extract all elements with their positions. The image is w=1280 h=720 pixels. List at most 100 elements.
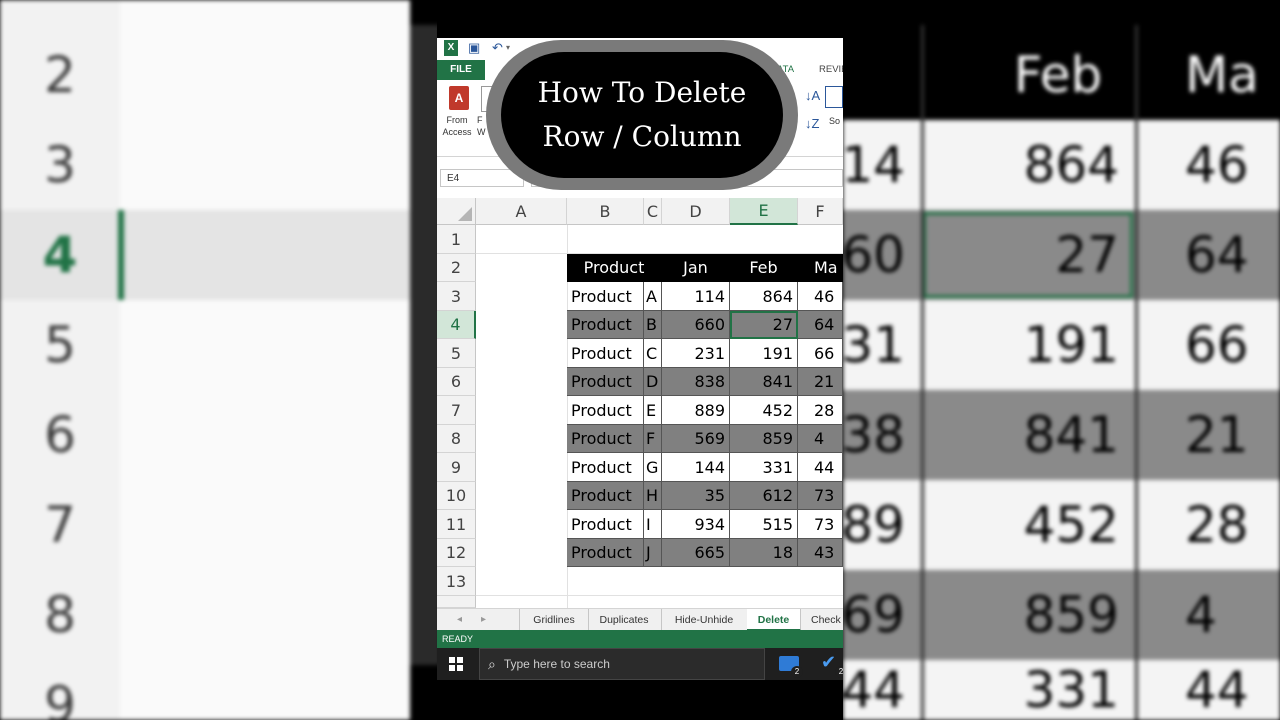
header-product[interactable]: Product [567, 254, 662, 282]
row-header[interactable]: 11 [437, 510, 476, 539]
jan-value-cell[interactable]: 838 [662, 368, 730, 396]
product-letter-cell[interactable]: H [644, 482, 662, 510]
jan-value-cell[interactable]: 35 [662, 482, 730, 510]
mar-value-cell[interactable]: 44 [798, 453, 843, 482]
feb-value-cell[interactable]: 612 [730, 482, 798, 510]
product-name-cell[interactable]: Product [567, 368, 644, 396]
jan-value-cell[interactable]: 665 [662, 539, 730, 567]
sort-az-icon[interactable]: ↓A [805, 88, 820, 103]
row-header[interactable]: 9 [437, 453, 476, 482]
product-name-cell[interactable]: Product [567, 282, 644, 311]
product-name-cell[interactable]: Product [567, 311, 644, 339]
sheet-tab-delete[interactable]: Delete [747, 609, 801, 631]
column-header-c[interactable]: C [644, 198, 662, 225]
product-letter-cell[interactable]: E [644, 396, 662, 425]
feb-value-cell[interactable]: 18 [730, 539, 798, 567]
mar-value-cell[interactable]: 73 [798, 482, 843, 510]
header-mar[interactable]: Ma [798, 254, 843, 282]
scroll-right-icon[interactable]: ▸ [481, 609, 486, 631]
column-header-f[interactable]: F [798, 198, 843, 225]
product-name-cell[interactable]: Product [567, 510, 644, 539]
feb-value-cell[interactable]: 191 [730, 339, 798, 368]
sheet-tab-check[interactable]: Check [803, 609, 843, 631]
mar-value-cell[interactable]: 66 [798, 339, 843, 368]
row-header[interactable]: 1 [437, 225, 476, 254]
row-header[interactable]: 6 [437, 368, 476, 396]
feb-value-cell[interactable]: 452 [730, 396, 798, 425]
product-name-cell[interactable]: Product [567, 339, 644, 368]
row-1-cells[interactable] [476, 225, 843, 254]
product-letter-cell[interactable]: B [644, 311, 662, 339]
feb-value-cell[interactable]: 859 [730, 425, 798, 453]
jan-value-cell[interactable]: 934 [662, 510, 730, 539]
file-tab[interactable]: FILE [437, 60, 485, 80]
feb-value-cell[interactable]: 864 [730, 282, 798, 311]
sheet-tab-hide-unhide[interactable]: Hide-Unhide [661, 609, 748, 631]
windows-start-icon[interactable] [449, 657, 463, 671]
jan-value-cell[interactable]: 569 [662, 425, 730, 453]
save-icon[interactable]: ▣ [468, 40, 480, 56]
column-header-a[interactable]: A [476, 198, 567, 225]
mar-value-cell[interactable]: 28 [798, 396, 843, 425]
row-header[interactable]: 7 [437, 396, 476, 425]
sort-dialog-icon[interactable] [825, 86, 843, 108]
taskbar-search-box[interactable]: ⌕ Type here to search [479, 648, 765, 680]
access-icon[interactable]: A [449, 86, 469, 110]
product-letter-cell[interactable]: C [644, 339, 662, 368]
sheet-tab-duplicates[interactable]: Duplicates [587, 609, 662, 631]
scroll-left-icon[interactable]: ◂ [457, 609, 462, 631]
row-header[interactable]: 3 [437, 282, 476, 311]
product-name-cell[interactable]: Product [567, 453, 644, 482]
feb-value-cell[interactable]: 515 [730, 510, 798, 539]
product-letter-cell[interactable]: J [644, 539, 662, 567]
jan-value-cell[interactable]: 144 [662, 453, 730, 482]
header-feb[interactable]: Feb [730, 254, 798, 282]
row-header[interactable]: 12 [437, 539, 476, 567]
row-header[interactable]: 13 [437, 567, 476, 596]
mar-value-cell[interactable]: 4 [798, 425, 843, 453]
from-access-label[interactable]: From Access [437, 114, 477, 138]
row-header[interactable] [437, 596, 476, 608]
row-header[interactable]: 2 [437, 254, 476, 282]
row-header[interactable]: 10 [437, 482, 476, 510]
undo-dropdown-icon[interactable]: ▾ [506, 40, 510, 56]
sort-za-icon[interactable]: ↓Z [805, 116, 819, 131]
product-letter-cell[interactable]: G [644, 453, 662, 482]
row-header[interactable]: 8 [437, 425, 476, 453]
header-jan[interactable]: Jan [662, 254, 730, 282]
jan-value-cell[interactable]: 231 [662, 339, 730, 368]
sheet-tab-gridlines[interactable]: Gridlines [519, 609, 589, 631]
feb-value-cell[interactable]: 27 [730, 311, 798, 339]
jan-value-cell[interactable]: 114 [662, 282, 730, 311]
product-name-cell[interactable]: Product [567, 539, 644, 567]
product-letter-cell[interactable]: D [644, 368, 662, 396]
product-letter-cell[interactable]: F [644, 425, 662, 453]
product-name-cell[interactable]: Product [567, 425, 644, 453]
sort-label[interactable]: So [829, 116, 840, 126]
mar-value-cell[interactable]: 46 [798, 282, 843, 311]
feb-value-cell[interactable]: 331 [730, 453, 798, 482]
jan-value-cell[interactable]: 889 [662, 396, 730, 425]
bg-cell: 64 [1185, 226, 1249, 284]
mar-value-cell[interactable]: 73 [798, 510, 843, 539]
mar-value-cell[interactable]: 43 [798, 539, 843, 567]
mar-value-cell[interactable]: 21 [798, 368, 843, 396]
mar-value-cell[interactable]: 64 [798, 311, 843, 339]
product-name-cell[interactable]: Product [567, 396, 644, 425]
row-header[interactable]: 4 [437, 311, 476, 339]
bg-cell: 4 [1185, 586, 1217, 644]
row-13-cells[interactable] [476, 567, 843, 596]
feb-value-cell[interactable]: 841 [730, 368, 798, 396]
todo-check-icon[interactable]: ✔ [821, 652, 836, 673]
tab-review[interactable]: REVIE [819, 60, 843, 80]
product-letter-cell[interactable]: A [644, 282, 662, 311]
product-letter-cell[interactable]: I [644, 510, 662, 539]
column-header-d[interactable]: D [662, 198, 730, 225]
select-all-corner[interactable] [437, 198, 476, 225]
jan-value-cell[interactable]: 660 [662, 311, 730, 339]
product-name-cell[interactable]: Product [567, 482, 644, 510]
row-header[interactable]: 5 [437, 339, 476, 368]
column-header-e[interactable]: E [730, 198, 798, 225]
undo-icon[interactable]: ↶ [492, 40, 503, 56]
column-header-b[interactable]: B [567, 198, 644, 225]
